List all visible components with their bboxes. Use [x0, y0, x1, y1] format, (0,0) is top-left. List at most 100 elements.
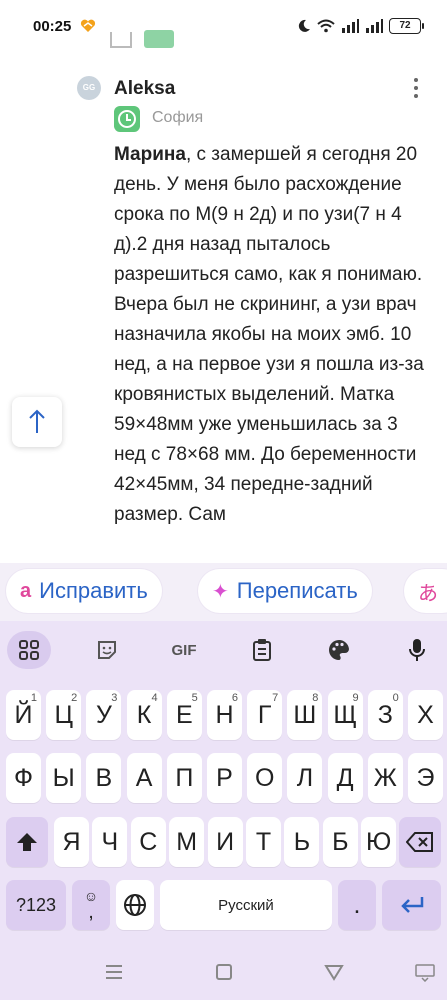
- navigation-bar: [0, 945, 447, 1000]
- key-label: А: [135, 763, 153, 792]
- key-1-9[interactable]: З0: [367, 690, 403, 740]
- key-label: Е: [175, 700, 193, 729]
- key-label: Ь: [293, 827, 311, 856]
- key-label: Т: [255, 827, 272, 856]
- child-name: София: [152, 109, 204, 126]
- space-bar[interactable]: Русский: [160, 880, 332, 930]
- keyboard-hide-icon[interactable]: [415, 962, 435, 982]
- key-number-hint: 3: [111, 692, 118, 704]
- sticker-icon[interactable]: [86, 631, 128, 669]
- clipboard-icon[interactable]: [241, 631, 283, 669]
- key-label: Ж: [373, 763, 397, 792]
- home-nav-icon[interactable]: [214, 962, 234, 982]
- avatar[interactable]: GG: [77, 76, 101, 100]
- suggestion-bar: a Исправить ✦ Переписать あ: [0, 563, 447, 621]
- comment-body: , с замершей я сегодня 20 день. У меня б…: [114, 144, 424, 525]
- symbols-key[interactable]: ?123: [6, 880, 66, 930]
- key-label: Ы: [52, 763, 75, 792]
- key-2-4[interactable]: П: [166, 753, 202, 803]
- sparkle-icon: ✦: [212, 580, 229, 603]
- key-1-7[interactable]: Ш8: [287, 690, 323, 740]
- language-globe-key[interactable]: [116, 880, 154, 930]
- enter-icon: [400, 897, 423, 913]
- key-label: О: [254, 763, 275, 792]
- key-number-hint: 7: [272, 692, 279, 704]
- key-1-6[interactable]: Г7: [247, 690, 283, 740]
- keyboard: GIF ?123 ☺ , Русский . Й1Ц2У3К4Е5Н6Г7Ш8Щ…: [0, 621, 447, 1000]
- key-number-hint: 9: [352, 692, 359, 704]
- comment-author[interactable]: Aleksa: [114, 78, 175, 100]
- key-2-1[interactable]: Ы: [46, 753, 82, 803]
- period-key[interactable]: .: [338, 880, 376, 930]
- translate-suggestion-chip[interactable]: あ: [404, 569, 447, 613]
- key-2-7[interactable]: Л: [287, 753, 323, 803]
- backspace-key[interactable]: [399, 817, 441, 867]
- key-1-2[interactable]: У3: [86, 690, 122, 740]
- key-label: С: [139, 827, 158, 856]
- key-1-3[interactable]: К4: [126, 690, 162, 740]
- menu-nav-icon[interactable]: [104, 962, 124, 982]
- key-label: Л: [296, 763, 314, 792]
- key-3-4[interactable]: И: [207, 817, 243, 867]
- rewrite-suggestion-chip[interactable]: ✦ Переписать: [198, 569, 372, 613]
- key-number-hint: 2: [71, 692, 78, 704]
- rewrite-label: Переписать: [236, 578, 358, 603]
- key-3-6[interactable]: Ь: [284, 817, 320, 867]
- child-age-badge: [114, 106, 140, 132]
- key-label: Э: [416, 763, 435, 792]
- key-2-10[interactable]: Э: [408, 753, 443, 803]
- more-options-icon[interactable]: [408, 76, 424, 100]
- shift-key[interactable]: [6, 817, 48, 867]
- key-2-2[interactable]: В: [86, 753, 122, 803]
- back-nav-icon[interactable]: [324, 962, 344, 982]
- key-label: Ц: [54, 700, 73, 729]
- key-3-3[interactable]: М: [169, 817, 205, 867]
- key-label: Ю: [366, 827, 392, 856]
- key-3-1[interactable]: Ч: [92, 817, 128, 867]
- clock-icon: [118, 110, 136, 128]
- key-3-7[interactable]: Б: [322, 817, 358, 867]
- key-3-0[interactable]: Я: [54, 817, 89, 867]
- key-number-hint: 6: [231, 692, 238, 704]
- key-1-4[interactable]: Е5: [166, 690, 202, 740]
- mention-name[interactable]: Марина: [114, 144, 186, 165]
- palette-icon[interactable]: [318, 631, 360, 669]
- key-2-8[interactable]: Д: [327, 753, 363, 803]
- apps-grid-icon[interactable]: [7, 631, 51, 669]
- enter-key[interactable]: [382, 880, 441, 930]
- key-label: Д: [336, 763, 354, 792]
- key-label: Г: [257, 700, 272, 729]
- key-2-5[interactable]: Р: [207, 753, 242, 803]
- key-1-1[interactable]: Ц2: [46, 690, 82, 740]
- key-3-8[interactable]: Ю: [361, 817, 397, 867]
- badge-faded: [144, 30, 174, 48]
- key-3-2[interactable]: С: [130, 817, 166, 867]
- gif-icon[interactable]: GIF: [163, 631, 205, 669]
- reply-icon: [110, 32, 132, 48]
- key-2-3[interactable]: А: [126, 753, 162, 803]
- emoji-comma-key[interactable]: ☺ ,: [72, 880, 110, 930]
- key-2-6[interactable]: О: [247, 753, 283, 803]
- key-label: У: [95, 700, 112, 729]
- key-1-8[interactable]: Щ9: [327, 690, 363, 740]
- key-1-5[interactable]: Н6: [207, 690, 242, 740]
- translate-icon: あ: [418, 582, 438, 605]
- key-2-9[interactable]: Ж: [367, 753, 403, 803]
- microphone-icon[interactable]: [396, 631, 438, 669]
- key-label: Х: [417, 700, 434, 729]
- key-label: Ч: [101, 827, 119, 856]
- key-3-5[interactable]: Т: [246, 817, 281, 867]
- key-1-10[interactable]: Х: [408, 690, 443, 740]
- key-1-0[interactable]: Й1: [6, 690, 41, 740]
- scroll-to-top-button[interactable]: [12, 397, 62, 447]
- fix-suggestion-chip[interactable]: a Исправить: [6, 569, 162, 613]
- key-label: Ш: [293, 700, 317, 729]
- key-number-hint: 1: [30, 692, 37, 704]
- arrow-up-icon: [29, 409, 45, 433]
- key-2-0[interactable]: Ф: [6, 753, 41, 803]
- key-label: И: [216, 827, 235, 856]
- key-label: М: [176, 827, 198, 856]
- key-number-hint: 5: [191, 692, 198, 704]
- clock-time: 00:25: [33, 18, 72, 35]
- key-number-hint: 0: [392, 692, 399, 704]
